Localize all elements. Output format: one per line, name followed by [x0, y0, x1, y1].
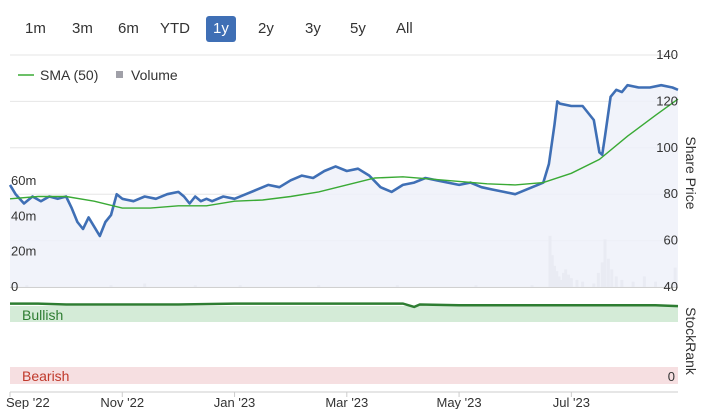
volume-tick-label: 40m [11, 208, 36, 223]
price-tick-label: 80 [664, 186, 678, 201]
price-tick-label: 140 [656, 47, 678, 62]
volume-legend-swatch [116, 71, 123, 78]
price-tick-label: 60 [664, 233, 678, 248]
sma-legend-label: SMA (50) [40, 67, 98, 83]
stockrank-panel: Bullish Bearish 0 StockRank [10, 302, 699, 384]
bullish-zone [10, 306, 678, 322]
stockrank-axis-title: StockRank [683, 307, 699, 376]
volume-legend-label: Volume [131, 67, 178, 83]
price-tick-label: 100 [656, 140, 678, 155]
x-tick-label: Jul '23 [553, 395, 590, 409]
x-tick-label: May '23 [437, 395, 482, 409]
bearish-label: Bearish [22, 368, 69, 384]
volume-tick-label: 60m [11, 173, 36, 188]
volume-tick-label: 20m [11, 244, 36, 259]
chart-legend: SMA (50) Volume [18, 67, 178, 83]
x-tick-label: Sep '22 [6, 395, 50, 409]
x-axis-labels: Sep '22 Nov '22 Jan '23 Mar '23 May '23 Jul '… [6, 392, 590, 409]
x-tick-label: Mar '23 [325, 395, 368, 409]
price-tick-label: 120 [656, 93, 678, 108]
bullish-label: Bullish [22, 307, 63, 323]
bearish-zone [10, 367, 678, 384]
price-chart: 140 120 100 80 60 40 60m 40m 20m 0 SMA (50) Volu… [6, 47, 699, 409]
price-tick-label: 40 [664, 279, 678, 294]
stockrank-zero-label: 0 [668, 369, 675, 384]
x-tick-label: Nov '22 [100, 395, 144, 409]
x-tick-label: Jan '23 [214, 395, 256, 409]
volume-tick-label: 0 [11, 279, 18, 294]
share-price-axis-title: Share Price [683, 136, 699, 209]
